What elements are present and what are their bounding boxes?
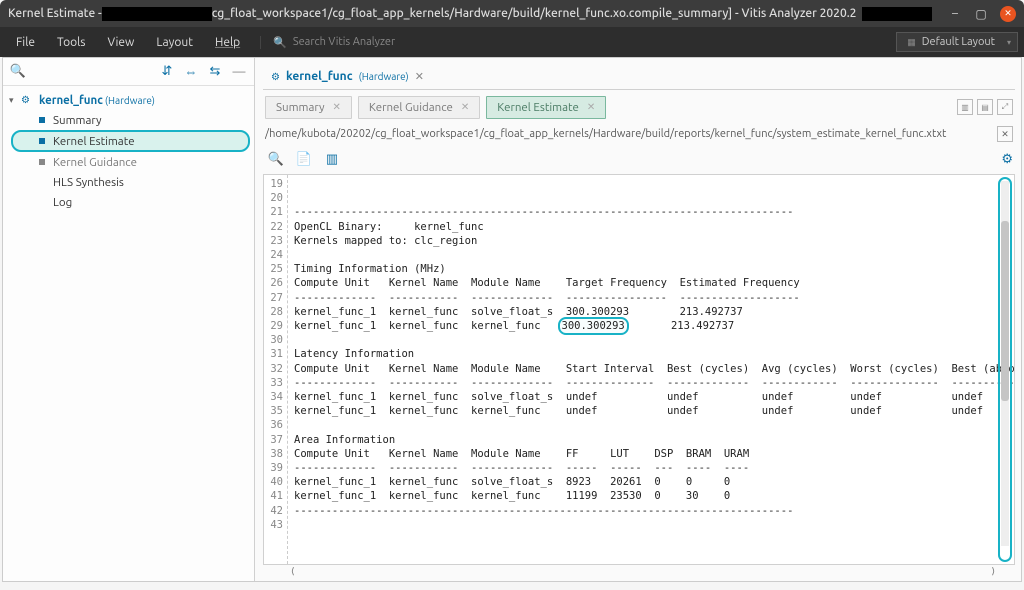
tree-item-log[interactable]: Log [3,192,254,212]
window-title: Kernel Estimate - cg_float_workspace1/cg… [8,7,948,21]
title-prefix: Kernel Estimate - [8,7,102,20]
line-gutter: 19 20 21 22 23 24 25 26 27 28 29 30 31 3… [264,175,288,564]
report-tree: ▾ ⚙ kernel_func (Hardware) Summary Kerne… [3,86,254,216]
view-mode-1-icon[interactable]: ▥ [957,99,973,115]
minimize-button[interactable]: – [948,7,962,21]
editor: 19 20 21 22 23 24 25 26 27 28 29 30 31 3… [263,174,1015,565]
search-placeholder: Search Vitis Analyzer [293,36,395,48]
redacted-segment [102,7,212,21]
menu-view[interactable]: View [98,32,145,53]
chevron-down-icon: ▾ [1007,38,1011,47]
sub-tab-kernel-guidance[interactable]: Kernel Guidance ✕ [358,96,480,119]
view-mode-3-icon[interactable]: ⤢ [997,99,1013,115]
editor-toolbar: 🔍 📄 ▥ ⚙ [263,148,1015,174]
settings-gear-icon[interactable]: ⚙ [1001,152,1013,167]
search-icon: 🔍 [273,36,287,49]
horizontal-scrollbar[interactable]: ⟨ ⟩ [263,565,1015,579]
tree-item-summary[interactable]: Summary [3,110,254,130]
sub-tab-summary[interactable]: Summary ✕ [265,96,352,119]
tree-root[interactable]: ▾ ⚙ kernel_func (Hardware) [3,90,254,110]
sidebar-toolbar: 🔍 ⇵ ⇔ ⇆ — [3,58,254,86]
titlebar: Kernel Estimate - cg_float_workspace1/cg… [0,0,1024,27]
find-icon[interactable]: 🔍 [265,148,287,170]
close-button[interactable]: ✕ [1000,6,1016,22]
view-mode-2-icon[interactable]: ▤ [977,99,993,115]
caret-down-icon: ▾ [9,95,21,106]
toggle-columns-icon[interactable]: ▥ [321,148,343,170]
sub-tab-kernel-estimate[interactable]: Kernel Estimate ✕ [486,96,606,119]
bullet-icon [39,159,45,165]
sub-tabs: Summary ✕ Kernel Guidance ✕ Kernel Estim… [263,90,1015,124]
main-area: 🔍 ⇵ ⇔ ⇆ — ▾ ⚙ kernel_func (Hardware) Sum… [2,57,1022,582]
close-icon[interactable]: ✕ [461,101,469,113]
doc-tab-tag: (Hardware) [359,71,409,82]
close-icon[interactable]: ✕ [587,101,595,113]
menu-help[interactable]: Help [205,32,250,53]
close-tab-icon[interactable]: ✕ [415,70,424,83]
kernel-icon: ⚙ [271,71,280,83]
bullet-icon [39,117,45,123]
doc-tab-label: kernel_func [286,70,353,83]
code-area[interactable]: ----------------------------------------… [288,175,1014,564]
doc-tab-kernel-func[interactable]: ⚙ kernel_func (Hardware) ✕ [265,67,430,86]
file-path-row: /home/kubota/20202/cg_float_workspace1/c… [263,124,1015,148]
tree-item-hls-synthesis[interactable]: HLS Synthesis [3,172,254,192]
view-mode-buttons: ▥ ▤ ⤢ [957,99,1013,115]
close-file-button[interactable]: ✕ [997,126,1013,142]
layout-dropdown-label: Default Layout [922,36,995,48]
menu-layout[interactable]: Layout [146,32,203,53]
kernel-icon: ⚙ [21,94,35,106]
menubar: File Tools View Layout Help 🔍 Search Vit… [0,27,1024,57]
copy-icon[interactable]: 📄 [293,148,315,170]
tree-item-kernel-guidance[interactable]: Kernel Guidance [3,152,254,172]
sidebar: 🔍 ⇵ ⇔ ⇆ — ▾ ⚙ kernel_func (Hardware) Sum… [3,58,255,581]
title-mid: cg_float_workspace1/cg_float_app_kernels… [212,7,857,20]
menu-tools[interactable]: Tools [47,32,96,53]
redacted-segment [862,7,932,21]
layout-icon: ▦ [907,37,916,48]
file-path: /home/kubota/20202/cg_float_workspace1/c… [265,128,997,140]
vertical-scrollbar[interactable] [1001,181,1009,546]
document-tabs: ⚙ kernel_func (Hardware) ✕ [263,64,1015,90]
collapse-all-icon[interactable]: ⇵ [156,61,178,83]
content-pane: ⚙ kernel_func (Hardware) ✕ Summary ✕ Ker… [255,58,1021,581]
menubar-search[interactable]: 🔍 Search Vitis Analyzer [260,36,395,49]
expand-toggle-icon[interactable]: ⇔ [180,61,202,83]
search-icon[interactable]: 🔍 [7,61,29,83]
scroll-left-icon[interactable]: ⟨ [291,566,295,577]
layout-dropdown[interactable]: ▦ Default Layout ▾ [896,32,1018,52]
highlight-target-frequency: 300.300293 [560,319,627,333]
tree-item-kernel-estimate[interactable]: Kernel Estimate [11,130,250,152]
menu-file[interactable]: File [6,32,45,53]
bullet-icon [39,138,45,144]
link-editor-icon[interactable]: ⇆ [204,61,226,83]
scrollbar-thumb[interactable] [1001,221,1009,401]
close-icon[interactable]: ✕ [333,101,341,113]
maximize-button[interactable]: ▢ [974,7,988,21]
minimize-pane-icon[interactable]: — [228,61,250,83]
scroll-right-icon[interactable]: ⟩ [991,566,995,577]
